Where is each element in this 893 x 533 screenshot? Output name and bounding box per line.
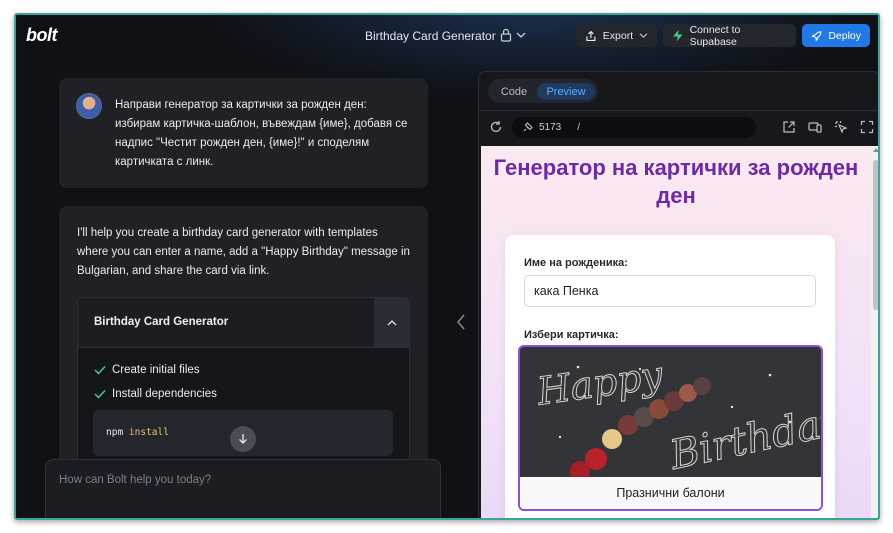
arrow-down-icon bbox=[239, 434, 247, 444]
template-card-selected[interactable]: Happy Birthday Празнични балони bbox=[518, 345, 823, 511]
view-toggle: Code Preview bbox=[488, 79, 598, 103]
avatar bbox=[76, 93, 102, 119]
form-card: Име на рожденика: Избери картичка: Happy… bbox=[505, 235, 835, 518]
rocket-icon bbox=[811, 30, 822, 41]
inspect-icon[interactable] bbox=[834, 120, 848, 134]
artifact-collapse-button[interactable] bbox=[374, 298, 409, 348]
step-label: Install dependencies bbox=[112, 388, 217, 400]
port-label: 5173 bbox=[539, 122, 562, 133]
chevron-down-icon bbox=[639, 33, 648, 39]
prompt-input[interactable] bbox=[59, 474, 419, 486]
export-label: Export bbox=[602, 29, 634, 42]
connect-supabase-button[interactable]: Connect to Supabase bbox=[663, 23, 796, 48]
command-text: npm install bbox=[106, 427, 169, 438]
supabase-label: Connect to Supabase bbox=[689, 23, 741, 48]
scroll-to-bottom-button[interactable] bbox=[230, 426, 256, 452]
name-input[interactable] bbox=[524, 275, 816, 307]
workbench-panel: Code Preview 5173 / Генератор на картичк… bbox=[478, 71, 878, 518]
plug-icon bbox=[523, 122, 533, 132]
device-icon[interactable] bbox=[808, 120, 822, 134]
command-name: npm bbox=[106, 427, 124, 438]
app-window: bolt Birthday Card Generator Export Conn… bbox=[14, 13, 880, 520]
supabase-icon bbox=[672, 29, 683, 42]
top-bar: bolt Birthday Card Generator Export Conn… bbox=[16, 15, 878, 57]
artifact-header[interactable]: Birthday Card Generator bbox=[78, 298, 409, 348]
step-label: Create initial files bbox=[112, 364, 200, 376]
name-label: Име на рожденика: bbox=[524, 257, 628, 269]
user-message-text: Направи генератор за картички за рожден … bbox=[115, 99, 408, 168]
preview-scrollbar[interactable] bbox=[871, 146, 878, 518]
url-path: / bbox=[577, 122, 581, 133]
fullscreen-icon[interactable] bbox=[860, 120, 874, 134]
reload-icon[interactable] bbox=[489, 120, 503, 134]
user-message: Направи генератор за картички за рожден … bbox=[59, 78, 428, 188]
lock-icon[interactable] bbox=[500, 28, 512, 42]
open-external-icon[interactable] bbox=[782, 120, 796, 134]
divider bbox=[479, 110, 878, 111]
tab-preview[interactable]: Preview bbox=[537, 83, 595, 100]
step-item: Install dependencies bbox=[94, 388, 217, 400]
deploy-button[interactable]: Deploy bbox=[802, 24, 870, 47]
artifact-title: Birthday Card Generator bbox=[94, 316, 229, 328]
preview-frame: Генератор на картички за рожден ден Име … bbox=[481, 146, 871, 518]
assistant-message-text: I'll help you create a birthday card gen… bbox=[77, 227, 410, 277]
chevron-down-icon[interactable] bbox=[516, 31, 526, 39]
tab-code[interactable]: Code bbox=[492, 83, 536, 100]
share-icon bbox=[586, 30, 596, 41]
check-icon bbox=[94, 365, 106, 375]
export-button[interactable]: Export bbox=[576, 24, 657, 47]
url-bar[interactable]: 5173 / bbox=[512, 117, 756, 138]
step-item: Create initial files bbox=[94, 364, 200, 376]
template-image: Happy Birthday bbox=[520, 347, 821, 477]
command-arg: install bbox=[128, 427, 169, 438]
chevron-left-icon[interactable] bbox=[456, 314, 466, 330]
deploy-label: Deploy bbox=[828, 29, 861, 42]
template-caption: Празнични балони bbox=[520, 477, 821, 509]
prompt-box bbox=[45, 459, 441, 518]
bolt-logo[interactable]: bolt bbox=[26, 25, 58, 46]
page-heading: Генератор на картички за рожден ден bbox=[493, 155, 859, 208]
chevron-up-icon bbox=[387, 320, 397, 326]
choose-card-label: Избери картичка: bbox=[524, 329, 619, 341]
scroll-up-arrow[interactable] bbox=[873, 148, 878, 152]
project-title[interactable]: Birthday Card Generator bbox=[365, 29, 496, 43]
scrollbar-thumb[interactable] bbox=[873, 160, 878, 310]
check-icon bbox=[94, 389, 106, 399]
